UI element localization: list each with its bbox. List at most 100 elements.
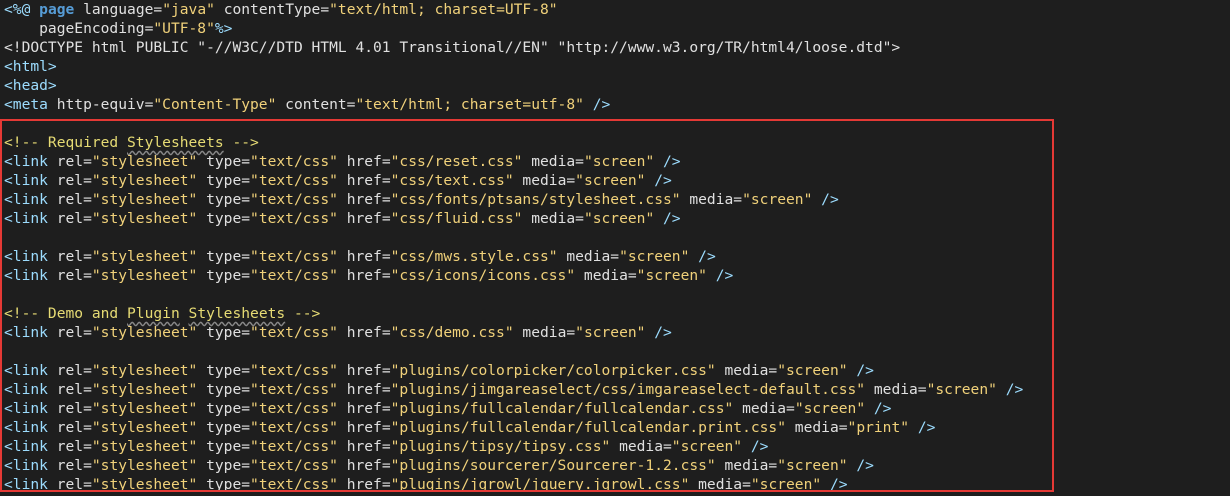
code-token: "text/css" xyxy=(250,457,338,474)
code-token: "screen" xyxy=(583,153,655,170)
code-token: href= xyxy=(337,476,391,493)
code-token: "plugins/jimgareaselect/css/imgareaselec… xyxy=(390,381,866,398)
code-token: media= xyxy=(786,419,848,436)
code-token: media= xyxy=(575,267,637,284)
code-token: "stylesheet" xyxy=(91,476,198,493)
code-token: <link xyxy=(4,419,57,436)
code-token: href= xyxy=(337,362,391,379)
code-token: href= xyxy=(337,153,391,170)
code-token: /> xyxy=(742,438,769,455)
code-line: <link rel="stylesheet" type="text/css" h… xyxy=(4,361,1230,380)
code-token: href= xyxy=(337,381,391,398)
code-token: media= xyxy=(513,172,576,189)
code-token: "screen" xyxy=(794,400,866,417)
code-token: "plugins/sourcerer/Sourcerer-1.2.css" xyxy=(390,457,716,474)
code-token: "stylesheet" xyxy=(91,248,198,265)
code-token: href= xyxy=(337,438,391,455)
code-token: media= xyxy=(610,438,672,455)
code-token: rel= xyxy=(56,438,92,455)
code-area[interactable]: <%@ page language="java" contentType="te… xyxy=(4,0,1230,494)
code-token: /> xyxy=(812,191,839,208)
code-token: <link xyxy=(4,153,57,170)
code-token: /> xyxy=(996,381,1024,398)
code-token: /> xyxy=(847,457,874,474)
code-line: <link rel="stylesheet" type="text/css" h… xyxy=(4,323,1230,342)
code-token: /> xyxy=(654,210,681,227)
code-token: href= xyxy=(337,210,391,227)
code-token: "stylesheet" xyxy=(91,381,198,398)
code-token: <head> xyxy=(4,77,57,94)
code-token: media= xyxy=(522,210,584,227)
code-token: "text/css" xyxy=(250,400,338,417)
code-token: "css/text.css" xyxy=(390,172,514,189)
code-token: <link xyxy=(4,324,57,341)
code-token: /> xyxy=(821,476,848,493)
code-token: "css/demo.css" xyxy=(390,324,514,341)
code-token: rel= xyxy=(56,172,92,189)
code-editor[interactable]: <%@ page language="java" contentType="te… xyxy=(0,0,1230,496)
code-token: "stylesheet" xyxy=(91,457,198,474)
code-token: "plugins/tipsy/tipsy.css" xyxy=(390,438,611,455)
code-token: type= xyxy=(197,476,251,493)
code-token: contentType= xyxy=(214,1,330,18)
code-token: media= xyxy=(865,381,927,398)
code-line: <link rel="stylesheet" type="text/css" h… xyxy=(4,152,1230,171)
code-token: "screen" xyxy=(926,381,997,398)
code-token: type= xyxy=(197,172,251,189)
code-line: <link rel="stylesheet" type="text/css" h… xyxy=(4,437,1230,456)
code-token: rel= xyxy=(56,457,92,474)
code-line: <!-- Required Stylesheets --> xyxy=(4,133,1230,152)
code-token: "screen" xyxy=(619,248,690,265)
code-line: <!-- Demo and Plugin Stylesheets --> xyxy=(4,304,1230,323)
code-token: rel= xyxy=(56,362,92,379)
code-token: "UTF-8" xyxy=(153,20,215,37)
code-token: <!-- Demo and xyxy=(4,305,128,322)
code-token: type= xyxy=(197,438,251,455)
code-token: "css/icons/icons.css" xyxy=(390,267,576,284)
code-token: "screen" xyxy=(742,191,813,208)
code-token: Stylesheets xyxy=(127,134,224,151)
code-token: "plugins/fullcalendar/fullcalendar.css" xyxy=(390,400,734,417)
code-token: "text/css" xyxy=(250,267,338,284)
code-token: type= xyxy=(197,153,251,170)
code-token: "text/html; charset=UTF-8" xyxy=(329,1,558,18)
code-line: <link rel="stylesheet" type="text/css" h… xyxy=(4,266,1230,285)
code-line: <link rel="stylesheet" type="text/css" h… xyxy=(4,399,1230,418)
code-token: <link xyxy=(4,267,57,284)
code-token: /> xyxy=(689,248,716,265)
code-token: rel= xyxy=(56,191,92,208)
code-line: <head> xyxy=(4,76,1230,95)
code-token: rel= xyxy=(56,153,92,170)
code-token: "text/css" xyxy=(250,362,338,379)
code-token: pageEncoding= xyxy=(4,20,154,37)
code-token: "stylesheet" xyxy=(91,362,198,379)
code-line: <link rel="stylesheet" type="text/css" h… xyxy=(4,475,1230,494)
code-token: media= xyxy=(557,248,620,265)
code-token: rel= xyxy=(56,381,92,398)
code-line: <link rel="stylesheet" type="text/css" h… xyxy=(4,456,1230,475)
code-token: <!-- Required xyxy=(4,134,128,151)
code-token: rel= xyxy=(56,248,92,265)
code-token: "stylesheet" xyxy=(91,153,198,170)
code-token: Plugin xyxy=(127,305,180,322)
code-token: "screen" xyxy=(636,267,707,284)
code-token: href= xyxy=(337,191,391,208)
code-token: "screen" xyxy=(575,324,646,341)
code-line: <%@ page language="java" contentType="te… xyxy=(4,0,1230,19)
code-token: /> xyxy=(645,172,672,189)
code-token: http-equiv= xyxy=(56,96,154,113)
code-token: type= xyxy=(197,400,251,417)
code-token: type= xyxy=(197,248,251,265)
code-line: <link rel="stylesheet" type="text/css" h… xyxy=(4,418,1230,437)
code-token: "text/css" xyxy=(250,153,338,170)
code-line: <link rel="stylesheet" type="text/css" h… xyxy=(4,247,1230,266)
code-token: "plugins/fullcalendar/fullcalendar.print… xyxy=(390,419,787,436)
code-token: "text/css" xyxy=(250,210,338,227)
code-token: "text/css" xyxy=(250,438,338,455)
code-token: type= xyxy=(197,191,251,208)
code-token: href= xyxy=(337,248,391,265)
code-line: <link rel="stylesheet" type="text/css" h… xyxy=(4,380,1230,399)
code-token: "stylesheet" xyxy=(91,267,198,284)
